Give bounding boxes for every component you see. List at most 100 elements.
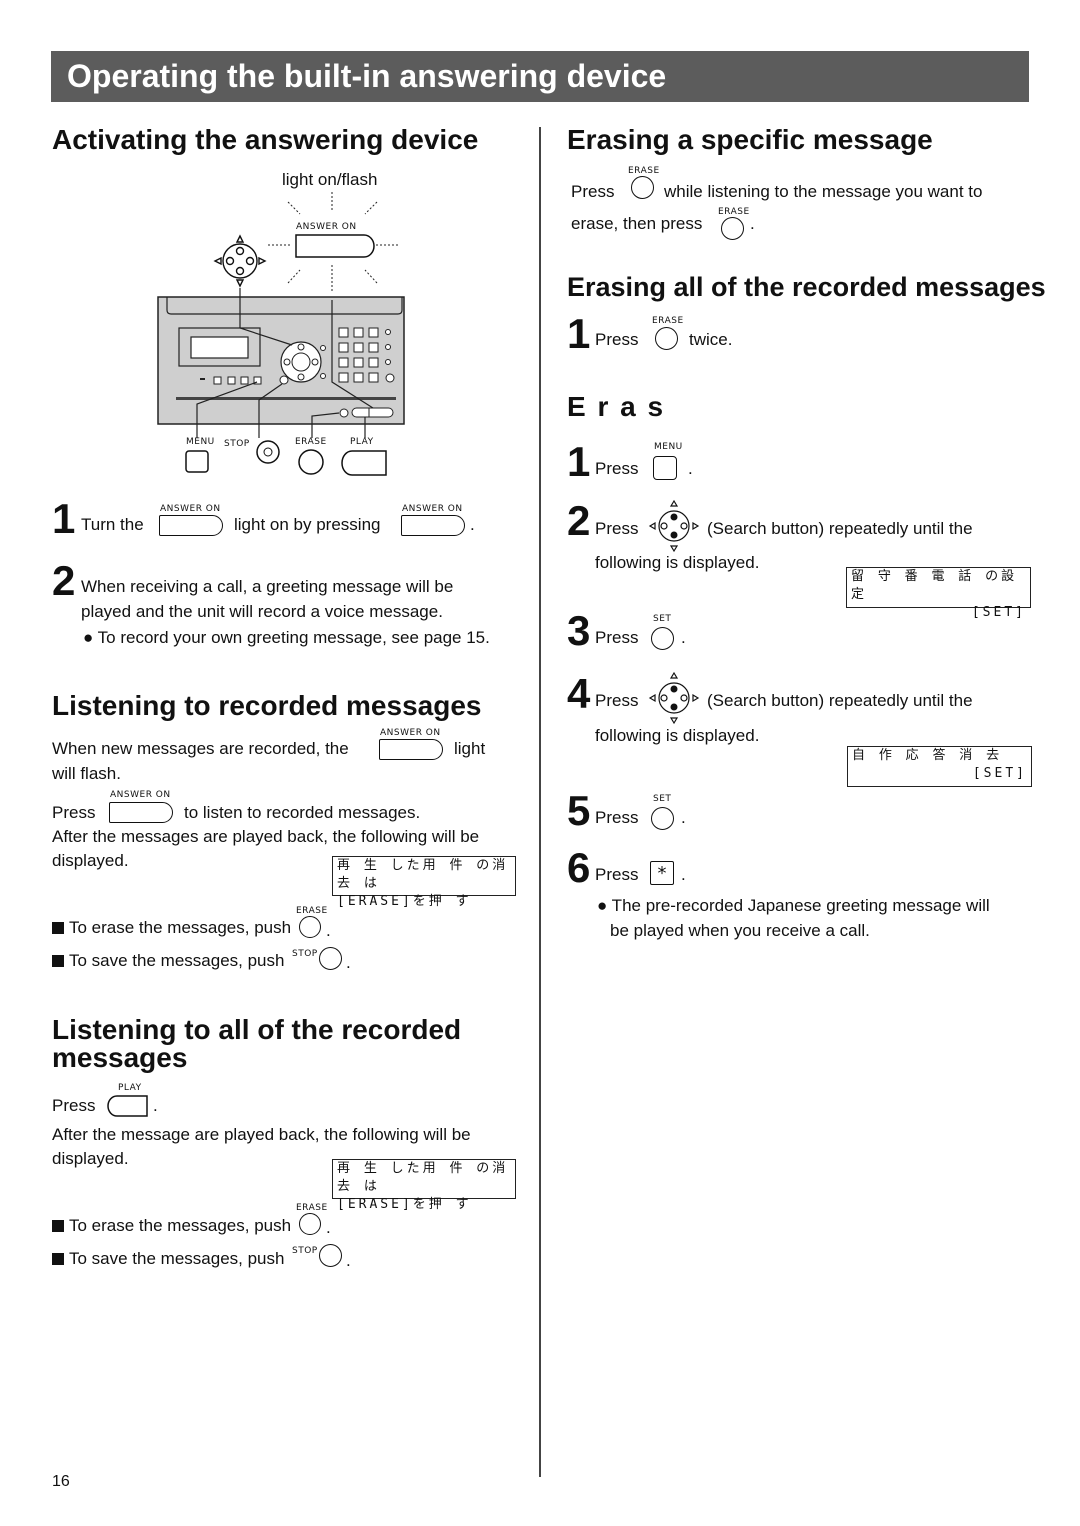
heading-erasing-specific: Erasing a specific message <box>567 124 933 155</box>
stop-key-icon <box>319 1244 342 1267</box>
set-caption: SET <box>653 794 672 804</box>
body-text: displayed. <box>52 851 129 870</box>
step-number: 1 <box>567 438 591 485</box>
period: . <box>681 808 686 827</box>
body-text: Press <box>595 330 639 349</box>
period: . <box>326 1218 331 1237</box>
period: . <box>346 1251 351 1270</box>
body-text: Press <box>52 1096 96 1115</box>
save-note: To save the messages, push <box>52 1250 284 1267</box>
body-text: After the messages are played back, the … <box>52 827 480 846</box>
play-caption: PLAY <box>118 1083 142 1093</box>
step-number: 6 <box>567 844 591 891</box>
body-text: Press <box>595 808 639 827</box>
step-number: 1 <box>52 495 76 542</box>
step-text: Turn the <box>81 515 144 534</box>
body-text: When new messages are recorded, the <box>52 739 349 758</box>
heading-erase-greeting: E r a s <box>567 391 666 422</box>
menu-key-icon <box>185 450 209 473</box>
heading-listening: Listening to recorded messages <box>52 690 482 721</box>
answer-on-caption: ANSWER ON <box>296 222 357 232</box>
period: . <box>681 865 686 884</box>
note-text: be played when you receive a call. <box>610 921 870 940</box>
erase-key-icon <box>299 916 321 938</box>
navigator-icon <box>213 234 267 288</box>
heading-erasing-all: Erasing all of the recorded messages <box>567 272 1046 302</box>
square-bullet-icon <box>52 922 64 934</box>
set-key-icon <box>651 627 674 650</box>
set-caption: SET <box>653 614 672 624</box>
period: . <box>326 921 331 940</box>
body-text: Press <box>595 865 639 884</box>
erase-note: To erase the messages, push <box>52 1217 291 1234</box>
lcd-line: 再 生 した用 件 の消 去 は <box>337 858 509 891</box>
answer-on-caption: ANSWER ON <box>380 728 441 738</box>
body-text: to listen to recorded messages. <box>184 803 421 822</box>
erase-caption: ERASE <box>628 166 660 176</box>
body-text: light <box>454 739 486 758</box>
lcd-line: [SET] <box>972 766 1027 781</box>
lcd-display: 留 守 番 電 話 の設 定 [SET] <box>846 567 1031 620</box>
period: . <box>681 628 686 647</box>
body-text: Press <box>595 691 639 710</box>
body-text: will flash. <box>52 764 121 783</box>
stop-caption: STOP <box>292 1246 318 1256</box>
body-text: displayed. <box>52 1149 129 1168</box>
answer-on-caption: ANSWER ON <box>110 790 171 800</box>
erase-key-icon <box>299 1213 321 1235</box>
period: . <box>750 214 755 233</box>
answer-on-button-icon <box>401 515 465 536</box>
step-text: light on by pressing <box>234 515 381 534</box>
answer-on-button-icon <box>379 739 443 760</box>
body-text: while listening to the message you want … <box>664 182 983 201</box>
body-text: twice. <box>689 330 733 349</box>
erase-caption: ERASE <box>296 1203 328 1213</box>
lcd-line: 自 作 応 答 消 去 <box>852 748 1003 763</box>
erase-caption: ERASE <box>296 906 328 916</box>
step-text: . <box>470 515 475 534</box>
note-text: ● The pre-recorded Japanese greeting mes… <box>597 896 990 915</box>
play-caption: PLAY <box>350 437 374 447</box>
step-number: 4 <box>567 670 591 717</box>
answer-on-button-icon <box>159 515 223 536</box>
stop-caption: STOP <box>224 439 250 449</box>
erase-key-icon <box>298 449 324 475</box>
lcd-line: 留 守 番 電 話 の設 定 <box>851 569 1018 602</box>
body-text: (Search button) repeatedly until the <box>707 519 973 538</box>
play-key-icon <box>341 450 387 476</box>
body-text: After the message are played back, the f… <box>52 1125 471 1144</box>
save-note: To save the messages, push <box>52 952 284 969</box>
step-text: played and the unit will record a voice … <box>81 602 443 621</box>
set-key-icon <box>651 807 674 830</box>
step-number: 3 <box>567 607 591 654</box>
erase-caption: ERASE <box>718 207 750 217</box>
stop-key-icon <box>256 440 280 464</box>
lcd-display: 再 生 した用 件 の消 去 は [ERASE]を押 す <box>332 856 516 909</box>
menu-caption: MENU <box>654 442 683 452</box>
erase-caption: ERASE <box>295 437 327 447</box>
heading-listening-all-cont: messages <box>52 1042 188 1073</box>
note-text: ● To record your own greeting message, s… <box>83 628 490 647</box>
answer-on-caption: ANSWER ON <box>160 504 221 514</box>
lcd-line: [ERASE]を押 す <box>337 1197 472 1212</box>
body-text: following is displayed. <box>595 726 760 745</box>
lcd-line: [SET] <box>971 605 1026 620</box>
lcd-display: 再 生 した用 件 の消 去 は [ERASE]を押 す <box>332 1159 516 1212</box>
step-number: 2 <box>567 497 591 544</box>
step-number: 2 <box>52 557 76 604</box>
erase-key-icon <box>655 327 678 350</box>
lcd-line: 再 生 した用 件 の消 去 は <box>337 1161 509 1194</box>
stop-caption: STOP <box>292 949 318 959</box>
period: . <box>688 459 693 478</box>
answer-on-button-icon <box>295 234 375 258</box>
erase-key-icon <box>631 176 654 199</box>
answer-on-button-icon <box>109 802 173 823</box>
step-text: When receiving a call, a greeting messag… <box>81 577 454 596</box>
lcd-line: [ERASE]を押 す <box>337 894 472 909</box>
stop-key-icon <box>319 947 342 970</box>
step-number: 5 <box>567 787 591 834</box>
lcd-display: 自 作 応 答 消 去 [SET] <box>847 746 1032 787</box>
step-number: 1 <box>567 310 591 357</box>
body-text: Press <box>595 519 639 538</box>
body-text: following is displayed. <box>595 553 760 572</box>
